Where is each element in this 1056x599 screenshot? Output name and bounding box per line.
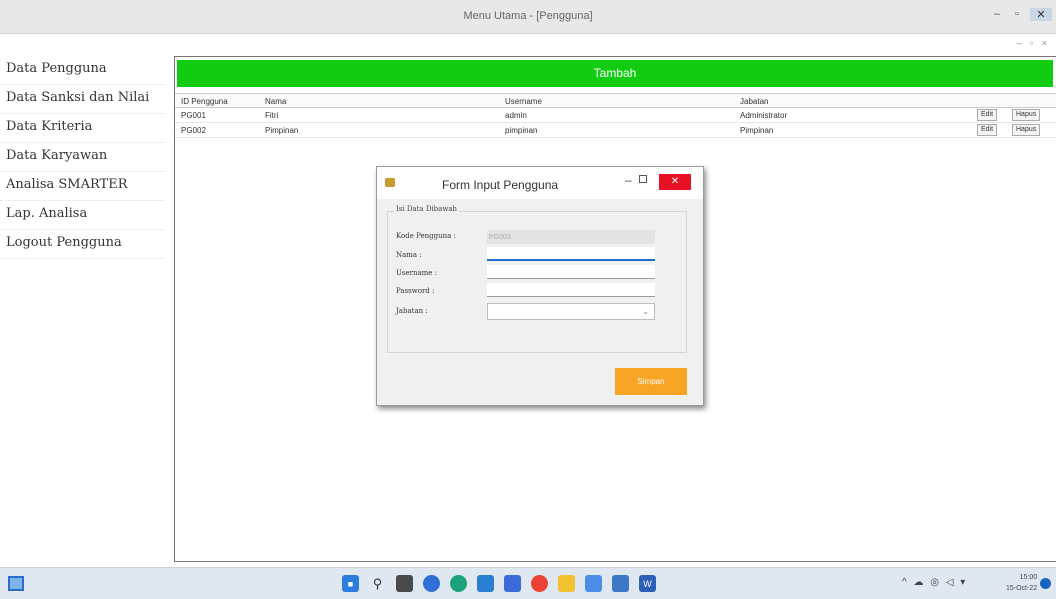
column-header-id[interactable]: ID Pengguna — [181, 97, 228, 106]
window-titlebar: Menu Utama - [Pengguna] – ▫ ✕ — [0, 0, 1056, 34]
table-row[interactable]: PG002 Pimpinan pimpinan Pimpinan Edit Ha… — [175, 123, 1056, 138]
sidebar-item-data-kriteria[interactable]: Data Kriteria — [0, 114, 165, 143]
chat-icon[interactable] — [423, 575, 440, 592]
dialog-titlebar[interactable]: Form Input Pengguna – ✕ — [377, 167, 703, 199]
edge-icon[interactable] — [450, 575, 467, 592]
search-icon[interactable]: ⚲ — [369, 575, 386, 592]
table-header: ID Pengguna Nama Username Jabatan — [175, 93, 1056, 108]
sidebar-menu: Data Pengguna Data Sanksi dan Nilai Data… — [0, 56, 165, 259]
dialog-title: Form Input Pengguna — [442, 178, 559, 192]
sidebar-item-logout[interactable]: Logout Pengguna — [0, 230, 165, 259]
chevron-down-icon: ⌄ — [642, 307, 649, 316]
window-maximize-button[interactable]: ▫ — [1010, 8, 1024, 21]
column-header-jabatan[interactable]: Jabatan — [740, 97, 768, 106]
notification-icon[interactable] — [1040, 578, 1051, 589]
sidebar-item-data-pengguna[interactable]: Data Pengguna — [0, 56, 165, 85]
username-input[interactable] — [487, 265, 655, 279]
dialog-close-button[interactable]: ✕ — [659, 174, 691, 190]
form-group: Isi Data Dibawah Kode Pengguna : Nama : … — [387, 205, 687, 353]
mdi-child-controls[interactable]: – ▫ × — [1017, 38, 1050, 48]
window-title: Menu Utama - [Pengguna] — [463, 10, 593, 22]
app-icon — [385, 178, 395, 187]
column-header-nama[interactable]: Nama — [265, 97, 286, 106]
add-button[interactable]: Tambah — [177, 60, 1053, 87]
clock[interactable]: 15:00 15-Oct-22 — [1006, 572, 1037, 594]
cell-id: PG001 — [181, 111, 206, 120]
column-header-username[interactable]: Username — [505, 97, 542, 106]
nama-label: Nama : — [396, 251, 422, 259]
sidebar-item-lap-analisa[interactable]: Lap. Analisa — [0, 201, 165, 230]
photos-icon[interactable] — [504, 575, 521, 592]
clock-date: 15-Oct-22 — [1006, 585, 1038, 592]
delete-button[interactable]: Hapus — [1012, 109, 1041, 121]
cell-jabatan: Administrator — [740, 111, 788, 120]
onedrive-icon[interactable] — [585, 575, 602, 592]
store-icon[interactable] — [477, 575, 494, 592]
window-controls: – ▫ ✕ — [990, 8, 1052, 21]
edit-button[interactable]: Edit — [977, 109, 998, 121]
cell-username: admin — [505, 111, 527, 120]
kode-pengguna-input — [487, 230, 655, 244]
system-tray[interactable]: ^ ☁ ◎ ◁ ▾ — [902, 577, 967, 588]
delete-button[interactable]: Hapus — [1012, 124, 1041, 136]
sidebar-item-data-sanksi-dan-nilai[interactable]: Data Sanksi dan Nilai — [0, 85, 165, 114]
users-table: ID Pengguna Nama Username Jabatan PG001 … — [175, 93, 1056, 138]
file-explorer-icon[interactable] — [558, 575, 575, 592]
password-label: Password : — [396, 287, 435, 295]
kode-pengguna-label: Kode Pengguna : — [396, 232, 456, 240]
word-icon[interactable]: W — [639, 575, 656, 592]
taskbar: ■ ⚲ W ^ ☁ ◎ ◁ ▾ 15:00 15-Oct-22 — [0, 567, 1056, 599]
cell-nama: Pimpinan — [265, 126, 299, 135]
edit-button[interactable]: Edit — [977, 124, 998, 136]
widgets-icon[interactable] — [8, 576, 24, 591]
jabatan-label: Jabatan : — [396, 307, 428, 315]
dialog-minimize-button[interactable]: – — [625, 173, 632, 187]
cell-nama: Fitri — [265, 111, 279, 120]
sidebar-item-data-karyawan[interactable]: Data Karyawan — [0, 143, 165, 172]
cell-username: pimpinan — [505, 126, 538, 135]
cell-jabatan: Pimpinan — [740, 126, 774, 135]
start-icon[interactable]: ■ — [342, 575, 359, 592]
taskbar-apps: ■ ⚲ W — [342, 575, 656, 592]
password-input[interactable] — [487, 283, 655, 297]
task-view-icon[interactable] — [396, 575, 413, 592]
dialog-maximize-button[interactable] — [639, 175, 647, 183]
group-label: Isi Data Dibawah — [394, 205, 459, 213]
sidebar-item-analisa-smarter[interactable]: Analisa SMARTER — [0, 172, 165, 201]
username-label: Username : — [396, 269, 438, 277]
window-minimize-button[interactable]: – — [990, 8, 1004, 21]
jabatan-select[interactable]: ⌄ — [487, 303, 655, 320]
cell-id: PG002 — [181, 126, 206, 135]
chrome-icon[interactable] — [531, 575, 548, 592]
form-input-pengguna-dialog: Form Input Pengguna – ✕ Isi Data Dibawah… — [376, 166, 704, 406]
table-row[interactable]: PG001 Fitri admin Administrator Edit Hap… — [175, 108, 1056, 123]
clock-time: 15:00 — [1019, 574, 1038, 581]
app-window-icon[interactable] — [612, 575, 629, 592]
window-close-button[interactable]: ✕ — [1030, 8, 1052, 21]
save-button[interactable]: Simpan — [615, 368, 687, 395]
nama-input[interactable] — [487, 247, 655, 261]
